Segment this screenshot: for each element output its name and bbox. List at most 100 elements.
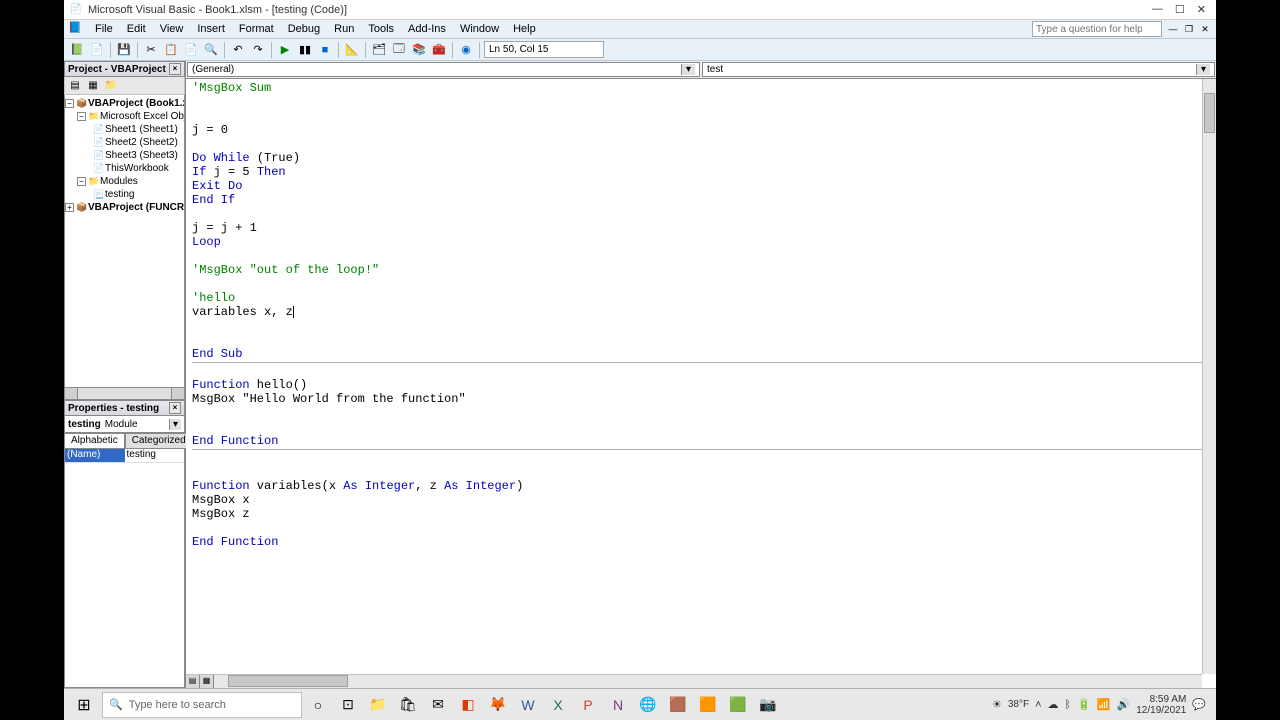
wifi-icon[interactable]: 📶 xyxy=(1097,698,1111,711)
menu-edit[interactable]: Edit xyxy=(120,21,153,37)
standard-toolbar: 📗 📄 💾 ✂ 📋 📄 🔍 ↶ ↷ ▶ ▮▮ ■ 📐 🗂 🗔 📚 🧰 ◉ Ln … xyxy=(64,39,1216,61)
properties-panel-close-button[interactable]: × xyxy=(169,402,181,414)
properties-window-button[interactable]: 🗔 xyxy=(390,41,408,59)
file-explorer-icon[interactable]: 📁 xyxy=(364,691,392,719)
window-titlebar: 📄 Microsoft Visual Basic - Book1.xlsm - … xyxy=(64,0,1216,20)
chevron-down-icon: ▾ xyxy=(1196,64,1210,75)
chevron-down-icon: ▾ xyxy=(169,419,181,430)
object-browser-button[interactable]: 📚 xyxy=(410,41,428,59)
run-button[interactable]: ▶ xyxy=(276,41,294,59)
volume-icon[interactable]: 🔊 xyxy=(1117,698,1131,711)
menu-tools[interactable]: Tools xyxy=(361,21,401,37)
tray-chevron-icon[interactable]: ˄ xyxy=(1035,699,1041,711)
tab-categorized[interactable]: Categorized xyxy=(125,433,193,448)
project-explorer-button[interactable]: 🗂 xyxy=(370,41,388,59)
maximize-button[interactable]: ☐ xyxy=(1175,3,1185,16)
onedrive-icon[interactable]: ☁ xyxy=(1048,698,1059,711)
code-editor[interactable]: 'MsgBox Sum j = 0 Do While (True) If j =… xyxy=(186,79,1216,688)
procedure-view-button[interactable]: ▤ xyxy=(186,675,200,689)
help-button[interactable]: ◉ xyxy=(457,41,475,59)
save-button[interactable]: 💾 xyxy=(115,41,133,59)
project-panel-header: Project - VBAProject × xyxy=(64,61,185,77)
chevron-down-icon: ▾ xyxy=(681,64,695,75)
menu-debug[interactable]: Debug xyxy=(281,21,327,37)
menu-window[interactable]: Window xyxy=(453,21,506,37)
app-icon-4[interactable]: 📷 xyxy=(754,691,782,719)
toolbox-button[interactable]: 🧰 xyxy=(430,41,448,59)
help-search-input[interactable] xyxy=(1032,21,1162,37)
bluetooth-icon[interactable]: ᛒ xyxy=(1065,699,1072,711)
design-mode-button[interactable]: 📐 xyxy=(343,41,361,59)
properties-grid[interactable]: (Name) testing xyxy=(64,449,185,688)
taskbar-search-input[interactable]: 🔍 Type here to search xyxy=(102,692,302,718)
search-icon: 🔍 xyxy=(109,698,123,711)
weather-temp[interactable]: 38°F xyxy=(1008,699,1029,710)
paste-button[interactable]: 📄 xyxy=(182,41,200,59)
menu-format[interactable]: Format xyxy=(232,21,281,37)
mdi-minimize-button[interactable]: — xyxy=(1166,22,1180,36)
view-excel-button[interactable]: 📗 xyxy=(68,41,86,59)
procedure-dropdown[interactable]: test▾ xyxy=(702,62,1215,77)
menu-insert[interactable]: Insert xyxy=(190,21,232,37)
insert-module-button[interactable]: 📄 xyxy=(88,41,106,59)
app-icon-2[interactable]: 🟧 xyxy=(694,691,722,719)
undo-button[interactable]: ↶ xyxy=(229,41,247,59)
mdi-icon: 📘 xyxy=(68,21,84,37)
app-icon: 📄 xyxy=(68,2,84,18)
project-tree[interactable]: −📦VBAProject (Book1.xlsm) −📁Microsoft Ex… xyxy=(64,95,185,388)
code-horizontal-scrollbar[interactable]: ▤ ▦ xyxy=(186,674,1202,688)
edge-icon[interactable]: 🌐 xyxy=(634,691,662,719)
weather-icon[interactable]: ☀ xyxy=(992,698,1002,711)
firefox-icon[interactable]: 🦊 xyxy=(484,691,512,719)
tab-alphabetic[interactable]: Alphabetic xyxy=(64,433,125,448)
view-object-button[interactable]: ▦ xyxy=(85,78,101,94)
cortana-icon[interactable]: ○ xyxy=(304,691,332,719)
object-dropdown[interactable]: (General)▾ xyxy=(187,62,700,77)
copy-button[interactable]: 📋 xyxy=(162,41,180,59)
break-button[interactable]: ▮▮ xyxy=(296,41,314,59)
menu-run[interactable]: Run xyxy=(327,21,361,37)
menu-view[interactable]: View xyxy=(153,21,191,37)
redo-button[interactable]: ↷ xyxy=(249,41,267,59)
cursor-position-box: Ln 50, Col 15 xyxy=(484,41,604,58)
property-value-cell[interactable]: testing xyxy=(125,449,185,462)
window-title: Microsoft Visual Basic - Book1.xlsm - [t… xyxy=(88,4,1152,16)
battery-icon[interactable]: 🔋 xyxy=(1077,698,1091,711)
mail-icon[interactable]: ✉ xyxy=(424,691,452,719)
minimize-button[interactable]: — xyxy=(1152,3,1163,16)
project-toolbar: ▤ ▦ 📁 xyxy=(64,77,185,95)
project-tree-scrollbar[interactable] xyxy=(64,388,185,400)
task-view-icon[interactable]: ⊡ xyxy=(334,691,362,719)
app-icon-1[interactable]: 🟫 xyxy=(664,691,692,719)
reset-button[interactable]: ■ xyxy=(316,41,334,59)
onenote-icon[interactable]: N xyxy=(604,691,632,719)
menu-help[interactable]: Help xyxy=(506,21,543,37)
office-icon[interactable]: ◧ xyxy=(454,691,482,719)
view-code-button[interactable]: ▤ xyxy=(67,78,83,94)
word-icon[interactable]: W xyxy=(514,691,542,719)
property-name-cell[interactable]: (Name) xyxy=(65,449,125,462)
start-button[interactable]: ⊞ xyxy=(68,691,100,719)
taskbar-clock[interactable]: 8:59 AM 12/19/2021 xyxy=(1136,694,1186,716)
menubar: 📘 File Edit View Insert Format Debug Run… xyxy=(64,20,1216,39)
code-vertical-scrollbar[interactable] xyxy=(1202,79,1216,674)
menu-addins[interactable]: Add-Ins xyxy=(401,21,453,37)
mdi-close-button[interactable]: ✕ xyxy=(1198,22,1212,36)
properties-object-combo[interactable]: testingModule ▾ xyxy=(64,416,185,433)
excel-icon[interactable]: X xyxy=(544,691,572,719)
properties-panel-header: Properties - testing × xyxy=(64,400,185,416)
menu-file[interactable]: File xyxy=(88,21,120,37)
mdi-restore-button[interactable]: ❐ xyxy=(1182,22,1196,36)
windows-taskbar: ⊞ 🔍 Type here to search ○ ⊡ 📁 🛍 ✉ ◧ 🦊 W … xyxy=(64,688,1216,720)
project-panel-close-button[interactable]: × xyxy=(169,63,181,75)
store-icon[interactable]: 🛍 xyxy=(394,691,422,719)
toggle-folders-button[interactable]: 📁 xyxy=(103,78,119,94)
full-module-view-button[interactable]: ▦ xyxy=(200,675,214,689)
properties-tabs: Alphabetic Categorized xyxy=(64,433,185,449)
find-button[interactable]: 🔍 xyxy=(202,41,220,59)
powerpoint-icon[interactable]: P xyxy=(574,691,602,719)
notifications-icon[interactable]: 💬 xyxy=(1192,698,1206,711)
cut-button[interactable]: ✂ xyxy=(142,41,160,59)
close-button[interactable]: ✕ xyxy=(1197,3,1206,16)
app-icon-3[interactable]: 🟩 xyxy=(724,691,752,719)
